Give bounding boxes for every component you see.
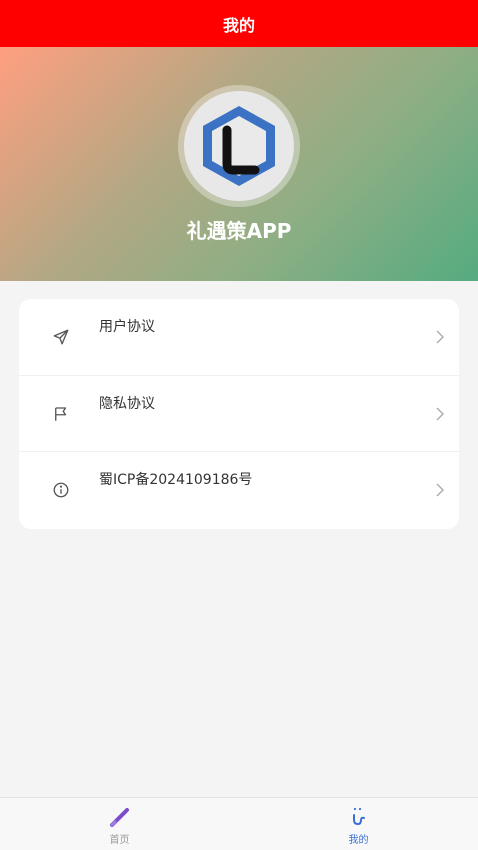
top-bar: 我的 [0, 0, 478, 47]
smile-icon [352, 807, 365, 826]
bottom-tab-bar: 首页 我的 [0, 797, 478, 850]
menu-item-icp-record[interactable]: 蜀ICP备2024109186号 [19, 452, 459, 529]
tab-label: 首页 [109, 835, 130, 846]
page-title: 我的 [222, 15, 255, 35]
flag-icon [51, 404, 71, 424]
menu-card: 用户协议 隐私协议 蜀ICP备2024109186号 [19, 299, 459, 529]
feather-icon [109, 808, 129, 827]
menu-item-label: 隐私协议 [99, 395, 155, 412]
menu-item-label: 蜀ICP备2024109186号 [99, 472, 253, 489]
menu-item-label: 用户协议 [99, 319, 155, 335]
profile-header: 礼遇策APP [0, 47, 478, 281]
menu-item-privacy-policy[interactable]: 隐私协议 [19, 376, 459, 453]
tab-mine[interactable]: 我的 [239, 798, 478, 850]
avatar-ring [178, 85, 300, 207]
app-name: 礼遇策APP [186, 219, 292, 243]
info-icon [51, 480, 71, 500]
hexagon-L-logo-icon [203, 106, 275, 186]
menu-item-user-agreement[interactable]: 用户协议 [19, 299, 459, 376]
tab-home[interactable]: 首页 [0, 798, 239, 850]
send-icon [51, 327, 71, 347]
avatar[interactable] [184, 91, 294, 201]
chevron-right-icon [436, 407, 444, 421]
chevron-right-icon [436, 330, 444, 344]
tab-label: 我的 [348, 835, 369, 846]
chevron-right-icon [436, 483, 444, 497]
